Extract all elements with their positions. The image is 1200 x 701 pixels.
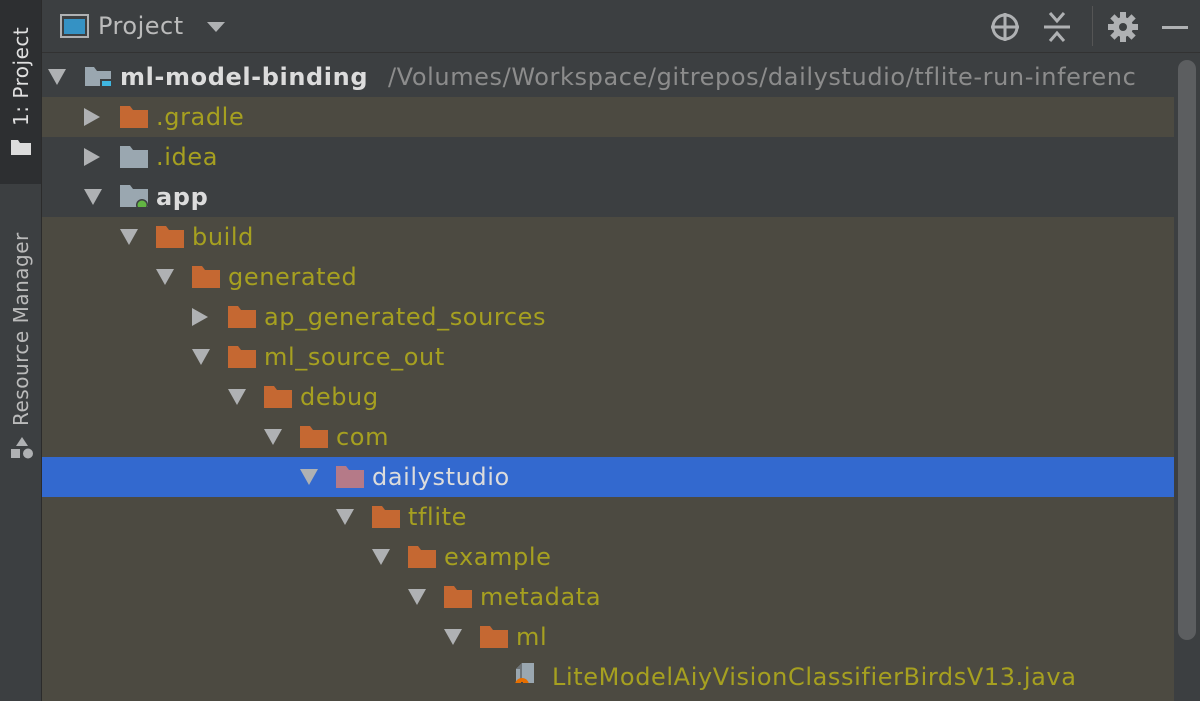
expand-arrow-icon[interactable] — [300, 469, 318, 485]
collapsed-arrow-icon[interactable] — [192, 308, 208, 326]
folder-orange-icon — [120, 106, 148, 128]
folder-orange-icon — [156, 226, 184, 248]
view-selector-title[interactable]: Project — [98, 12, 184, 40]
header-separator — [1092, 6, 1093, 46]
expand-arrow-icon[interactable] — [120, 229, 138, 245]
tree-row[interactable]: ap_generated_sources — [42, 297, 1174, 337]
folder-icon — [11, 140, 31, 155]
tree-row[interactable]: .idea — [42, 137, 1174, 177]
expand-arrow-icon[interactable] — [84, 189, 102, 205]
project-tree[interactable]: ml-model-binding /Volumes/Workspace/gitr… — [42, 57, 1174, 701]
tree-row[interactable]: com — [42, 417, 1174, 457]
tree-item-label: build — [192, 223, 255, 251]
collapsed-arrow-icon[interactable] — [84, 108, 100, 126]
folder-orange-icon — [228, 346, 256, 368]
project-tab-label: 1: Project — [9, 26, 33, 126]
java-file-icon: J — [515, 663, 534, 683]
resource-manager-tool-tab[interactable]: Resource Manager — [0, 200, 41, 470]
tree-row[interactable]: example — [42, 537, 1174, 577]
expand-arrow-icon[interactable] — [372, 549, 390, 565]
svg-text:J: J — [519, 681, 524, 683]
tree-row[interactable]: generated — [42, 257, 1174, 297]
collapse-all-icon[interactable] — [1040, 10, 1074, 44]
vertical-scrollbar[interactable] — [1178, 60, 1196, 660]
tree-row[interactable]: .gradle — [42, 97, 1174, 137]
tree-item-label: tflite — [408, 503, 467, 531]
locate-icon[interactable] — [988, 10, 1022, 44]
folder-grey-icon — [120, 146, 148, 168]
tree-item-label: app — [156, 183, 209, 211]
project-tool-tab[interactable]: 1: Project — [0, 0, 41, 184]
folder-orange-icon — [372, 506, 400, 528]
tree-item-label: ml — [516, 623, 548, 651]
tree-row[interactable]: tflite — [42, 497, 1174, 537]
scrollbar-thumb[interactable] — [1178, 60, 1196, 640]
package-folder-icon — [336, 466, 364, 488]
tree-row[interactable]: build — [42, 217, 1174, 257]
folder-orange-icon — [228, 306, 256, 328]
tree-item-label: debug — [300, 383, 379, 411]
folder-orange-icon — [192, 266, 220, 288]
expand-arrow-icon[interactable] — [228, 389, 246, 405]
root-project-path: /Volumes/Workspace/gitrepos/dailystudio/… — [388, 63, 1137, 91]
tree-row[interactable]: debug — [42, 377, 1174, 417]
expand-arrow-icon[interactable] — [192, 349, 210, 365]
module-folder-icon — [85, 67, 112, 86]
module-folder-icon — [120, 185, 148, 207]
folder-orange-icon — [264, 386, 292, 408]
settings-icon[interactable] — [1106, 10, 1140, 44]
tree-item-label: .idea — [156, 143, 219, 171]
expand-arrow-icon[interactable] — [336, 509, 354, 525]
collapsed-arrow-icon[interactable] — [84, 148, 100, 166]
tree-row[interactable]: ml_source_out — [42, 337, 1174, 377]
resource-manager-tab-label: Resource Manager — [9, 232, 33, 426]
folder-orange-icon — [300, 426, 328, 448]
root-project-name: ml-model-binding — [120, 63, 369, 91]
project-view-icon — [60, 14, 89, 38]
resource-manager-icon — [11, 437, 33, 459]
tree-row[interactable]: J LiteModelAiyVisionClassifierBirdsV13.j… — [42, 657, 1174, 697]
tree-item-label: ml_source_out — [264, 343, 445, 371]
folder-orange-icon — [480, 626, 508, 648]
expand-arrow-icon[interactable] — [48, 69, 66, 85]
tree-row-selected[interactable]: dailystudio — [42, 457, 1174, 497]
tree-item-label: .gradle — [156, 103, 245, 131]
folder-orange-icon — [444, 586, 472, 608]
tree-item-label: ap_generated_sources — [264, 303, 547, 331]
tool-window-strip: 1: Project Resource Manager — [0, 0, 42, 701]
hide-icon[interactable] — [1158, 10, 1192, 44]
tree-row[interactable]: metadata — [42, 577, 1174, 617]
expand-arrow-icon[interactable] — [264, 429, 282, 445]
expand-arrow-icon[interactable] — [444, 629, 462, 645]
tree-item-label: example — [444, 543, 552, 571]
tree-row-root[interactable]: ml-model-binding /Volumes/Workspace/gitr… — [42, 57, 1174, 97]
project-panel-header: Project — [42, 0, 1200, 53]
folder-orange-icon — [408, 546, 436, 568]
tree-row[interactable]: ml — [42, 617, 1174, 657]
expand-arrow-icon[interactable] — [156, 269, 174, 285]
tree-item-label: com — [336, 423, 390, 451]
view-selector-dropdown-icon[interactable] — [207, 22, 225, 32]
expand-arrow-icon[interactable] — [408, 589, 426, 605]
tree-item-label: metadata — [480, 583, 602, 611]
tree-item-label: generated — [228, 263, 358, 291]
tree-row[interactable]: app — [42, 177, 1174, 217]
tree-item-label: LiteModelAiyVisionClassifierBirdsV13.jav… — [552, 663, 1077, 691]
tree-item-label: dailystudio — [372, 463, 510, 491]
